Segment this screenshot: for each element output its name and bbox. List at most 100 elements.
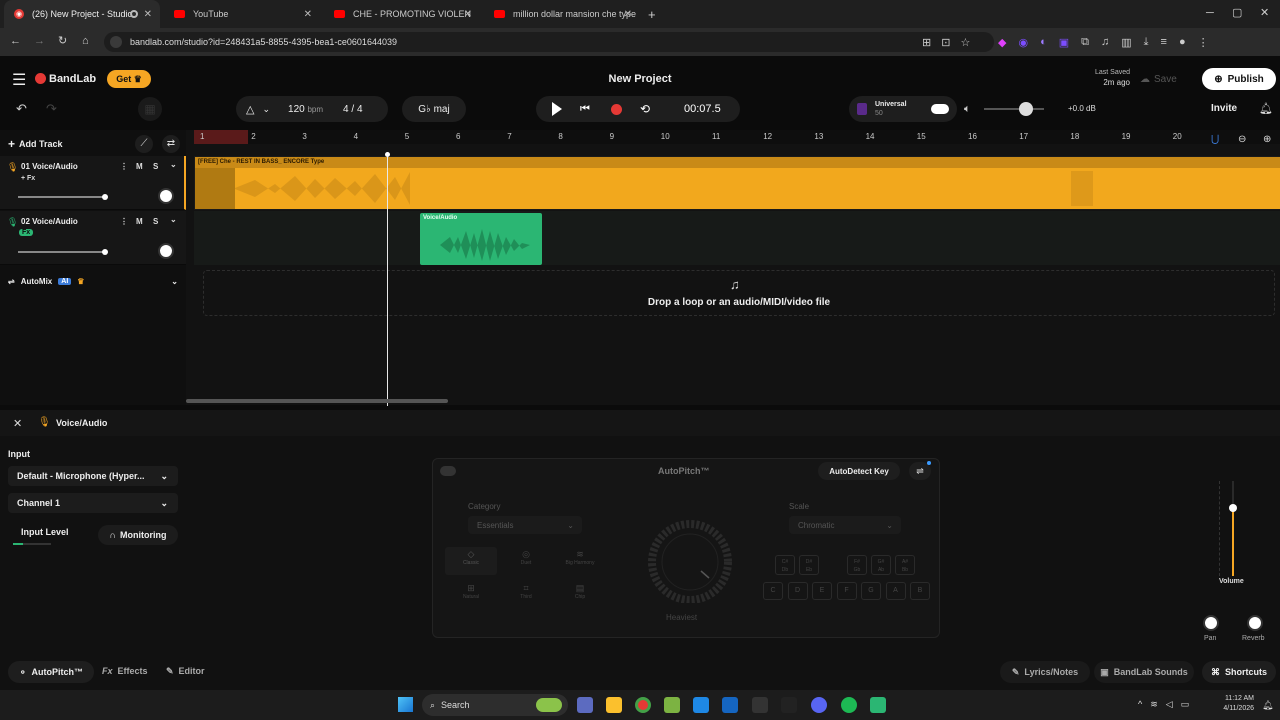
key-button-natural[interactable]: E [812,582,832,600]
speaker-icon[interactable]: 🔈︎ [964,103,971,116]
tab-effects[interactable]: Fx Effects [102,666,148,676]
battery-icon[interactable]: ▭ [1181,699,1190,710]
minecraft-icon[interactable] [664,697,680,713]
clock[interactable]: 11:12 AM 4/11/2026 [1208,694,1254,714]
taskbar-search[interactable]: ⌕ Search [422,694,568,716]
steam-icon[interactable] [722,697,738,713]
tracks-settings-icon[interactable]: ⇄ [162,135,180,153]
bandlab-sounds-button[interactable]: ▣ BandLab Sounds [1094,661,1194,683]
forward-icon[interactable]: → [34,36,45,47]
close-window-icon[interactable]: ✕ [1260,8,1269,19]
master-volume-slider[interactable] [984,108,1044,110]
key-button-sharp[interactable]: D# Eb [799,555,819,575]
tab-editor[interactable]: ✎ Editor [166,666,205,677]
preset-natural[interactable]: ⊞ Natural [445,581,497,609]
key-button-natural[interactable]: D [787,582,808,600]
discord-icon[interactable] [811,697,827,713]
chevron-down-icon[interactable]: ⌄ [170,215,177,224]
track-menu-icon[interactable]: ⋮ [120,217,128,226]
loop-icon[interactable]: ⟲ [640,102,650,116]
category-select[interactable]: Essentials ⌄ [468,516,582,534]
media-icon[interactable]: ♫ [1101,36,1109,49]
lyrics-notes-button[interactable]: ✎ Lyrics/Notes [1000,661,1090,683]
tab-mansion[interactable]: million dollar mansion che type ✕ [484,0,640,28]
close-tab-icon[interactable]: ✕ [144,9,152,20]
close-panel-icon[interactable]: ✕ [13,417,22,430]
time-signature[interactable]: 4 / 4 [343,104,362,115]
zoom-out-icon[interactable]: ⊖ [1238,134,1246,145]
tab-studio[interactable]: ◉ (26) New Project - Studio ✕ [4,0,160,28]
undo-icon[interactable]: ↶ [16,102,27,115]
track-name[interactable]: 01 Voice/Audio [21,162,78,171]
track-volume-slider[interactable] [18,251,106,253]
magnet-snap-icon[interactable]: ⋃ [1211,134,1219,145]
save-button[interactable]: ☁ Save [1140,70,1192,88]
get-membership-button[interactable]: Get ♛ [107,70,151,88]
app-icon[interactable] [870,697,886,713]
track-pan-knob[interactable] [158,188,174,204]
record-icon[interactable] [611,104,622,115]
track-row-1[interactable]: 🎙︎ 01 Voice/Audio + Fx ⋮ M S ⌄ [0,156,186,210]
site-info-icon[interactable] [110,36,122,48]
horizontal-scrollbar[interactable] [186,399,448,403]
profile-avatar-icon[interactable]: ● [1179,36,1186,49]
chevron-down-icon[interactable]: ⌄ [262,104,270,115]
track-menu-icon[interactable]: ⋮ [120,162,128,171]
audio-clip-2[interactable]: Voice/Audio [420,213,542,265]
close-tab-icon[interactable]: ✕ [624,9,632,20]
volume-fader[interactable] [1219,481,1237,576]
minimize-icon[interactable]: ─ [1206,8,1214,19]
bookmark-star-icon[interactable]: ☆ [960,36,970,49]
chrome-icon[interactable] [635,697,651,713]
track-row-2[interactable]: 🎙︎ 02 Voice/Audio Fx ⋮ M S ⌄ [0,211,186,265]
invite-button[interactable]: Invite [1211,103,1237,114]
url-field[interactable]: bandlab.com/studio?id=248431a5-8855-4395… [104,32,994,52]
preset-selector[interactable]: Universal 50 [849,96,957,122]
fx-badge[interactable]: Fx [19,229,34,236]
preset-big-harmony[interactable]: ≋ Big Harmony [554,547,606,575]
windows-start-icon[interactable] [398,697,413,712]
master-volume-thumb[interactable] [1019,102,1033,116]
lane-2[interactable] [194,211,1280,265]
track-volume-thumb[interactable] [102,194,108,200]
audio-clip-1[interactable]: [FREE] Che - REST IN BASS_ ENCORE Type [195,157,1280,209]
shortcuts-button[interactable]: ⌘ Shortcuts [1202,661,1276,683]
key-button-sharp[interactable]: F# Gb [847,555,867,575]
grid-icon[interactable]: ▦ [138,97,162,121]
close-tab-icon[interactable]: ✕ [304,9,312,20]
wand-icon[interactable]: ⟋ [135,135,153,153]
wifi-icon[interactable]: ≋ [1150,699,1158,710]
key-button-sharp[interactable]: C# Db [775,555,795,575]
settings-app-icon[interactable] [577,697,593,713]
reading-list-icon[interactable]: ≡ [1161,36,1167,49]
preset-toggle[interactable] [931,104,949,114]
publish-button[interactable]: ⊕ Publish [1202,68,1276,90]
app-icon[interactable] [781,697,797,713]
file-explorer-icon[interactable] [606,697,622,713]
bell-icon[interactable]: 🔔︎ [1259,102,1273,115]
preset-chip[interactable]: ▤ Chip [554,581,606,609]
back-icon[interactable]: ← [10,36,21,47]
skip-back-icon[interactable]: ⏮ [580,103,590,116]
solo-button[interactable]: S [153,217,158,226]
pan-knob[interactable] [1203,615,1219,631]
add-track-button[interactable]: + Add Track [8,137,63,151]
key-button-sharp[interactable]: G# Ab [871,555,891,575]
notifications-icon[interactable]: 🔔︎ [1262,700,1273,711]
track-pan-knob[interactable] [158,243,174,259]
drop-zone[interactable]: ♫ Drop a loop or an audio/MIDI/video fil… [203,270,1275,316]
key-button-natural[interactable]: B [910,582,930,600]
heaviness-knob[interactable] [633,507,747,603]
hamburger-menu-icon[interactable]: ☰ [12,73,26,89]
metronome-icon[interactable]: △ [246,103,254,116]
preset-classic[interactable]: ◇ Classic [445,547,497,575]
redo-icon[interactable]: ↷ [46,102,57,115]
playhead-line[interactable] [387,154,388,406]
scale-select[interactable]: Chromatic ⌄ [789,516,901,534]
automix-row[interactable]: ⇌ AutoMix AI ♛ ⌄ [0,270,186,292]
tab-autopitch[interactable]: ⚬ AutoPitch™ [8,661,94,683]
preset-duet[interactable]: ◎ Duet [500,547,552,575]
playhead-handle[interactable] [385,152,390,157]
app-icon[interactable] [693,697,709,713]
zoom-in-icon[interactable]: ⊕ [1263,134,1271,145]
